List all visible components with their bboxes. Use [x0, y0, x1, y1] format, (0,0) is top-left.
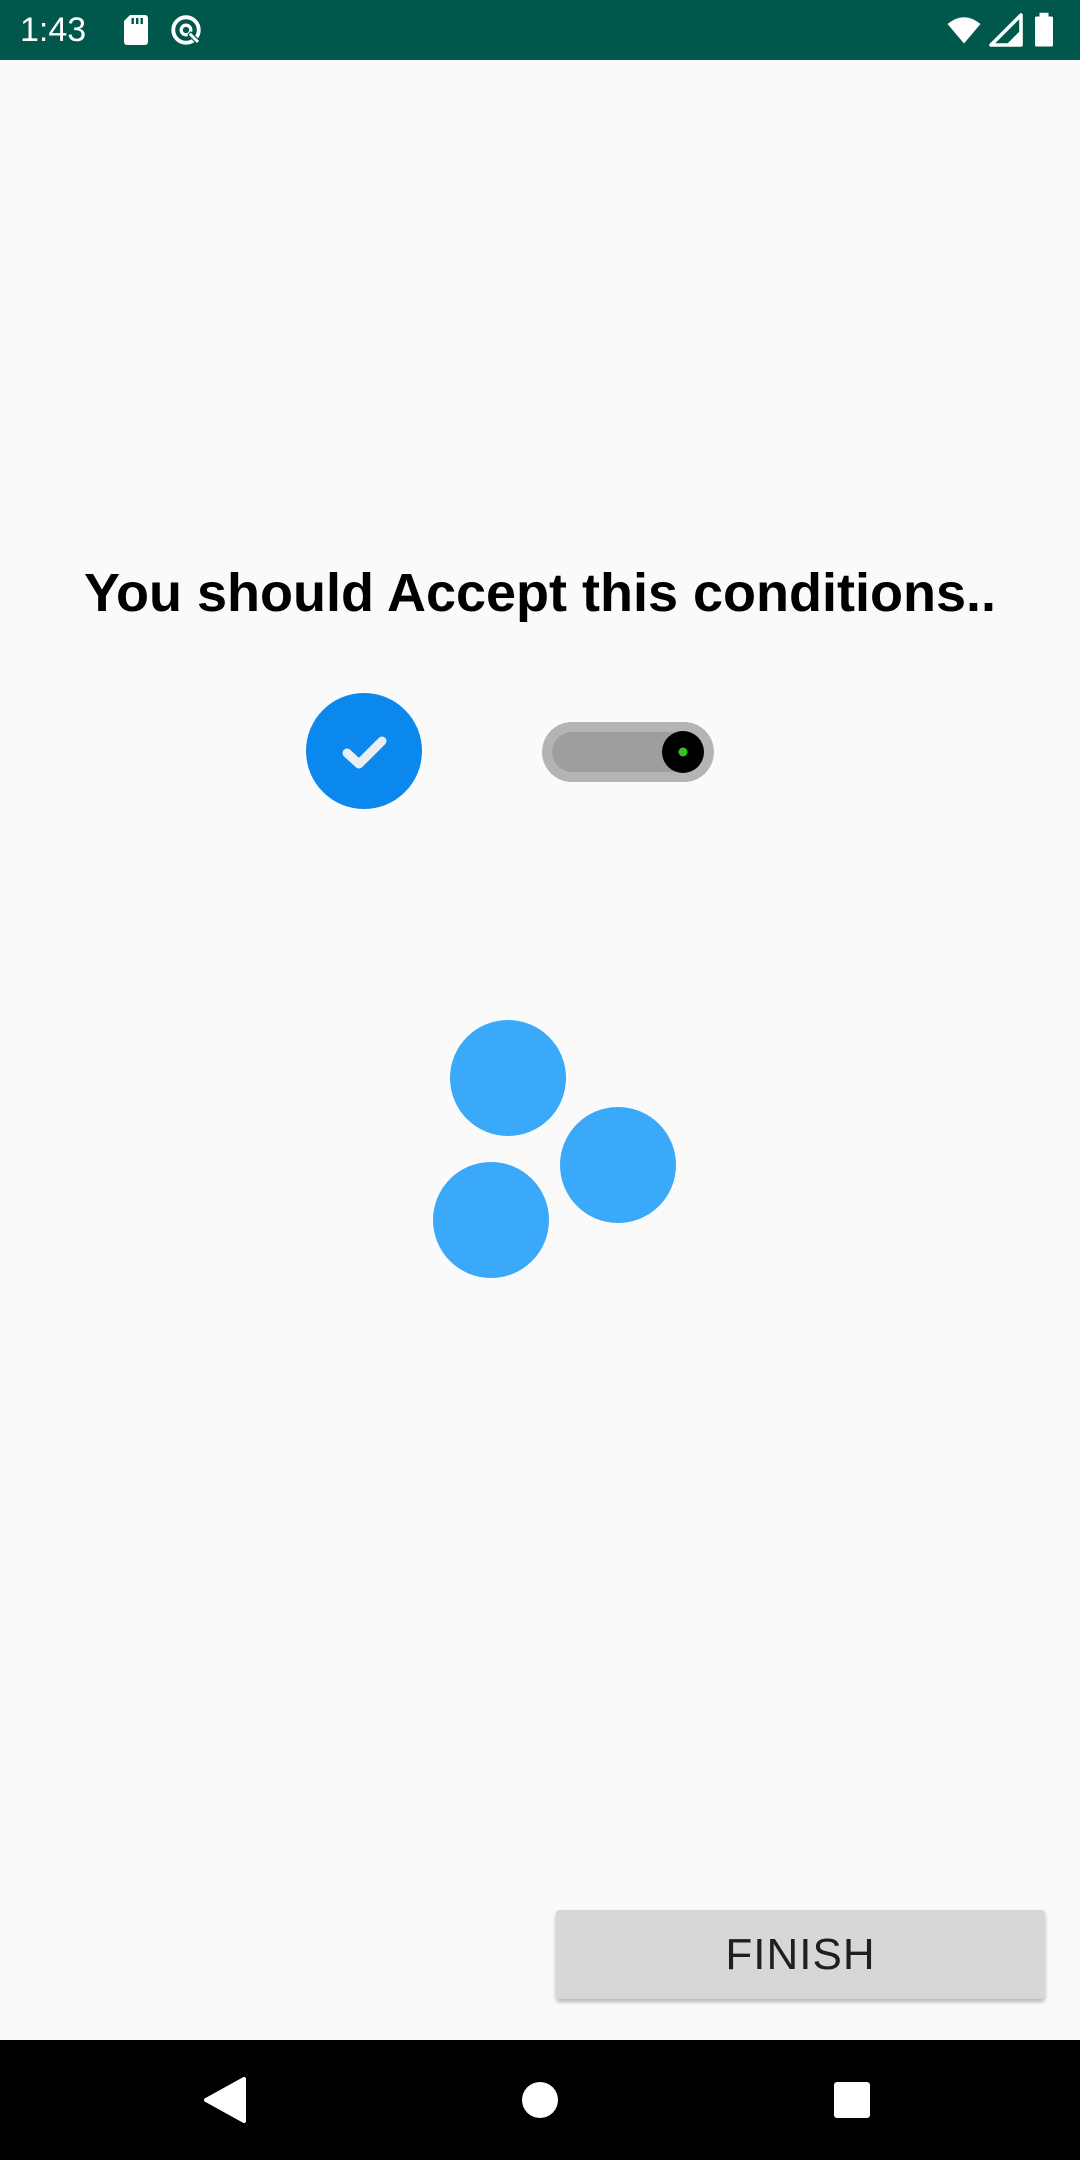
navigation-bar [0, 2040, 1080, 2160]
finish-button[interactable]: FINISH [556, 1910, 1045, 1999]
sd-card-icon [118, 12, 154, 48]
accept-switch[interactable] [540, 720, 716, 784]
accept-checkbox[interactable] [306, 693, 422, 809]
status-bar: 1:43 [0, 0, 1080, 60]
cell-signal-icon [988, 12, 1024, 48]
wifi-icon [946, 12, 982, 48]
switch-thumb [662, 731, 704, 773]
page-title: You should Accept this conditions.. [83, 563, 996, 623]
data-saver-icon [168, 12, 204, 48]
back-icon[interactable] [186, 2060, 266, 2140]
recents-icon[interactable] [812, 2060, 892, 2140]
three-dot-loader [420, 1010, 690, 1290]
home-icon[interactable] [500, 2060, 580, 2140]
status-time: 1:43 [20, 11, 87, 49]
battery-icon [1030, 12, 1058, 48]
